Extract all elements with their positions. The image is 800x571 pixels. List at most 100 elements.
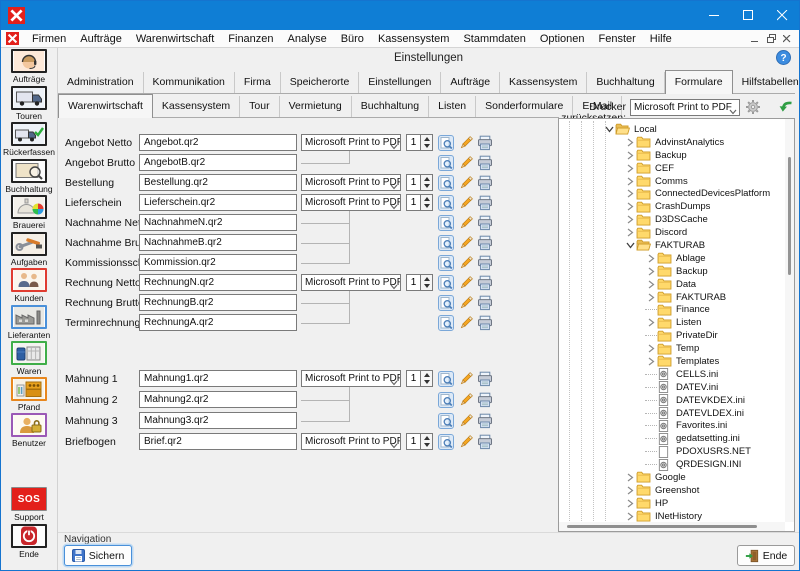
sidebar-item-kunden[interactable]: Kunden [1,268,57,303]
print-icon[interactable] [477,155,493,171]
form-file-input[interactable]: AngebotB.qr2 [139,154,297,171]
expander-closed-icon[interactable] [645,317,657,329]
tree-item-listen[interactable]: Listen [559,316,794,329]
tree-item-templates[interactable]: Templates [559,355,794,368]
expander-closed-icon[interactable] [645,278,657,290]
sidebar-item-touren[interactable]: Touren [1,86,57,121]
menu-item-kassensystem[interactable]: Kassensystem [371,31,457,47]
spin-up-button[interactable] [421,195,432,203]
preview-icon[interactable] [438,235,454,251]
tree-item-favorites-ini[interactable]: Favorites.ini [559,419,794,432]
tab-kassensystem[interactable]: Kassensystem [500,72,587,93]
menu-item-büro[interactable]: Büro [334,31,371,47]
expander-closed-icon[interactable] [624,214,636,226]
spin-up-button[interactable] [421,175,432,183]
menu-item-warenwirtschaft[interactable]: Warenwirtschaft [129,31,221,47]
expander-closed-icon[interactable] [624,510,636,522]
tree-item-hp[interactable]: HP [559,497,794,510]
tree-item-comms[interactable]: Comms [559,175,794,188]
print-icon[interactable] [477,135,493,151]
print-icon[interactable] [477,371,493,387]
copies-value[interactable]: 1 [406,370,421,387]
tree-item-finance[interactable]: Finance [559,303,794,316]
tab-buchhaltung[interactable]: Buchhaltung [352,96,429,117]
print-icon[interactable] [477,275,493,291]
tab-warenwirtschaft[interactable]: Warenwirtschaft [58,94,153,118]
expander-closed-icon[interactable] [624,201,636,213]
expander-closed-icon[interactable] [624,136,636,148]
expander-closed-icon[interactable] [624,188,636,200]
tab-firma[interactable]: Firma [235,72,281,93]
print-icon[interactable] [477,235,493,251]
tree-vertical-scrollbar[interactable] [785,119,794,522]
tree-item-temp[interactable]: Temp [559,342,794,355]
tree-item-ablage[interactable]: Ablage [559,252,794,265]
tree-item-connecteddevicesplatform[interactable]: ConnectedDevicesPlatform [559,187,794,200]
tab-speicherorte[interactable]: Speicherorte [281,72,360,93]
preview-icon[interactable] [438,295,454,311]
expander-closed-icon[interactable] [645,355,657,367]
tree-item-backup[interactable]: Backup [559,265,794,278]
preview-icon[interactable] [438,275,454,291]
save-button[interactable]: Sichern [64,545,132,566]
form-file-input[interactable]: NachnahmeB.qr2 [139,234,297,251]
print-icon[interactable] [477,295,493,311]
spin-down-button[interactable] [421,283,432,291]
form-file-input[interactable]: RechnungA.qr2 [139,314,297,331]
close-button[interactable] [765,1,799,30]
printer-combobox[interactable]: Microsoft Print to PDF [301,134,401,151]
mdi-close-button[interactable] [779,32,795,46]
menu-item-firmen[interactable]: Firmen [25,31,73,47]
edit-icon[interactable] [458,392,474,408]
tab-listen[interactable]: Listen [429,96,476,117]
copies-value[interactable]: 1 [406,194,421,211]
sidebar-item-waren[interactable]: Waren [1,341,57,376]
copies-stepper[interactable]: 1 [406,194,433,211]
edit-icon[interactable] [458,135,474,151]
sidebar-item-aufträge[interactable]: Aufträge [1,49,57,84]
menu-item-fenster[interactable]: Fenster [592,31,643,47]
form-file-input[interactable]: RechnungB.qr2 [139,294,297,311]
tab-formulare[interactable]: Formulare [665,70,733,94]
print-icon[interactable] [477,434,493,450]
maximize-button[interactable] [731,1,765,30]
edit-icon[interactable] [458,175,474,191]
preview-icon[interactable] [438,175,454,191]
minimize-button[interactable] [697,1,731,30]
edit-icon[interactable] [458,295,474,311]
print-icon[interactable] [477,413,493,429]
expander-closed-icon[interactable] [624,227,636,239]
expander-closed-icon[interactable] [645,343,657,355]
copies-value[interactable]: 1 [406,174,421,191]
expander-closed-icon[interactable] [624,484,636,496]
printer-combobox[interactable]: Microsoft Print to PDF [301,370,401,387]
copies-value[interactable]: 1 [406,433,421,450]
copies-value[interactable]: 1 [406,134,421,151]
print-icon[interactable] [477,392,493,408]
form-file-input[interactable]: Mahnung3.qr2 [139,412,297,429]
expander-closed-icon[interactable] [624,497,636,509]
mdi-restore-button[interactable] [763,32,779,46]
form-file-input[interactable]: Brief.qr2 [139,433,297,450]
tree-item-datevldex-ini[interactable]: DATEVLDEX.ini [559,407,794,420]
tree-item-inethistory[interactable]: INetHistory [559,510,794,523]
tab-vermietung[interactable]: Vermietung [280,96,352,117]
expander-open-icon[interactable] [603,123,615,135]
form-file-input[interactable]: Bestellung.qr2 [139,174,297,191]
tree-item-qrdesign-ini[interactable]: QRDESIGN.INI [559,458,794,471]
tree-item-datev-ini[interactable]: DATEV.ini [559,381,794,394]
preview-icon[interactable] [438,255,454,271]
preview-icon[interactable] [438,155,454,171]
spin-down-button[interactable] [421,379,432,387]
preview-icon[interactable] [438,413,454,429]
expander-closed-icon[interactable] [624,471,636,483]
sidebar-item-pfand[interactable]: Pfand [1,377,57,412]
sidebar-item-support[interactable]: SOSSupport [1,487,57,522]
spin-up-button[interactable] [421,135,432,143]
menu-item-stammdaten[interactable]: Stammdaten [456,31,532,47]
copies-stepper[interactable]: 1 [406,134,433,151]
tree-item-datevkdex-ini[interactable]: DATEVKDEX.ini [559,394,794,407]
printer-combobox[interactable]: Microsoft Print to PDF [301,194,401,211]
copies-stepper[interactable]: 1 [406,174,433,191]
tab-tour[interactable]: Tour [240,96,279,117]
